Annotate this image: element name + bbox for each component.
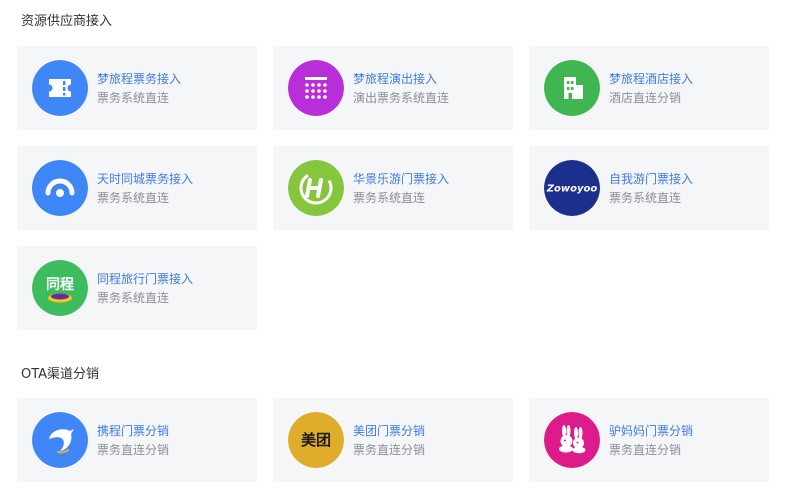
- card-title: 自我游门票接入: [609, 172, 694, 186]
- card-subtitle: 票务系统直连: [97, 291, 170, 305]
- card-huajing-ticket[interactable]: 华景乐游门票接入 票务系统直连: [273, 146, 513, 230]
- dolphin-icon: [32, 412, 88, 468]
- arc-dot-icon: [32, 160, 88, 216]
- section-title-ota: OTA渠道分销: [21, 367, 100, 382]
- card-subtitle: 票务系统直连: [609, 191, 682, 205]
- card-title: 携程门票分销: [97, 424, 170, 438]
- card-title: 驴妈妈门票分销: [609, 424, 694, 438]
- hotel-building-icon: [544, 60, 600, 116]
- seat-grid-icon: [288, 60, 344, 116]
- svg-text:美团: 美团: [301, 431, 331, 449]
- card-mlc-hotel[interactable]: 梦旅程酒店接入 酒店直连分销: [529, 46, 769, 130]
- ticket-icon: [32, 60, 88, 116]
- card-subtitle: 酒店直连分销: [609, 91, 682, 105]
- card-subtitle: 票务直连分销: [609, 443, 682, 457]
- card-title: 美团门票分销: [353, 424, 426, 438]
- card-mlc-ticket[interactable]: 梦旅程票务接入 票务系统直连: [17, 46, 257, 130]
- card-subtitle: 票务系统直连: [97, 191, 170, 205]
- card-zowoyoo-ticket[interactable]: Zowoyoo 自我游门票接入 票务系统直连: [529, 146, 769, 230]
- svg-text:Zowoyoo: Zowoyoo: [546, 184, 598, 195]
- card-subtitle: 演出票务系统直连: [353, 91, 450, 105]
- meituan-logo: 美团: [288, 412, 344, 468]
- card-subtitle: 票务系统直连: [97, 91, 170, 105]
- card-subtitle: 票务系统直连: [353, 191, 426, 205]
- card-title: 梦旅程票务接入: [97, 72, 182, 86]
- h-swirl-icon: [288, 160, 344, 216]
- card-ctrip-distribution[interactable]: 携程门票分销 票务直连分销: [17, 398, 257, 482]
- card-title: 天时同城票务接入: [97, 172, 194, 186]
- card-title: 同程旅行门票接入: [97, 272, 194, 286]
- card-tianshi-ticket[interactable]: 天时同城票务接入 票务系统直连: [17, 146, 257, 230]
- card-lvmama-distribution[interactable]: 驴妈妈门票分销 票务直连分销: [529, 398, 769, 482]
- card-subtitle: 票务直连分销: [97, 443, 170, 457]
- card-subtitle: 票务直连分销: [353, 443, 426, 457]
- card-tongcheng-ticket[interactable]: 同程 同程旅行门票接入 票务系统直连: [17, 246, 257, 330]
- tongcheng-logo: 同程: [32, 260, 88, 316]
- card-title: 梦旅程酒店接入: [609, 72, 694, 86]
- card-title: 华景乐游门票接入: [353, 172, 450, 186]
- zowoyoo-logo: Zowoyoo: [544, 160, 600, 216]
- card-meituan-distribution[interactable]: 美团 美团门票分销 票务直连分销: [273, 398, 513, 482]
- svg-text:同程: 同程: [46, 277, 74, 293]
- card-mlc-show[interactable]: 梦旅程演出接入 演出票务系统直连: [273, 46, 513, 130]
- rabbits-icon: [544, 412, 600, 468]
- card-title: 梦旅程演出接入: [353, 72, 438, 86]
- section-title-suppliers: 资源供应商接入: [21, 14, 113, 29]
